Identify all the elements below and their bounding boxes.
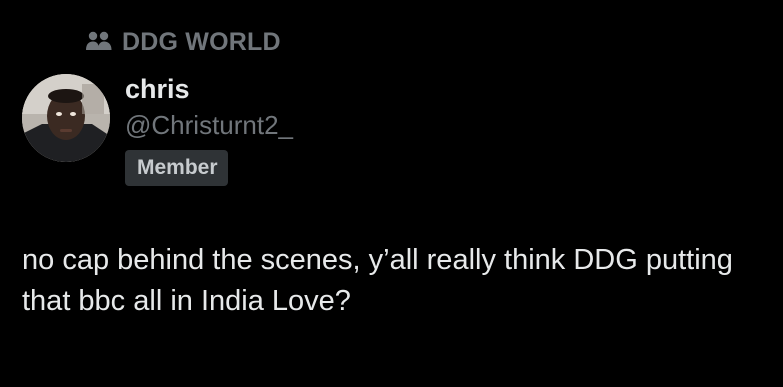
user-info: chris @Christurnt2_ Member [125,72,293,186]
display-name[interactable]: chris [125,72,293,106]
community-header[interactable]: DDG WORLD [85,27,281,57]
community-people-icon [85,30,113,54]
avatar[interactable] [22,74,110,162]
community-name[interactable]: DDG WORLD [122,28,281,57]
post-text: no cap behind the scenes, y’all really t… [22,244,733,317]
member-badge: Member [125,150,228,186]
user-handle[interactable]: @Christurnt2_ [125,107,293,143]
